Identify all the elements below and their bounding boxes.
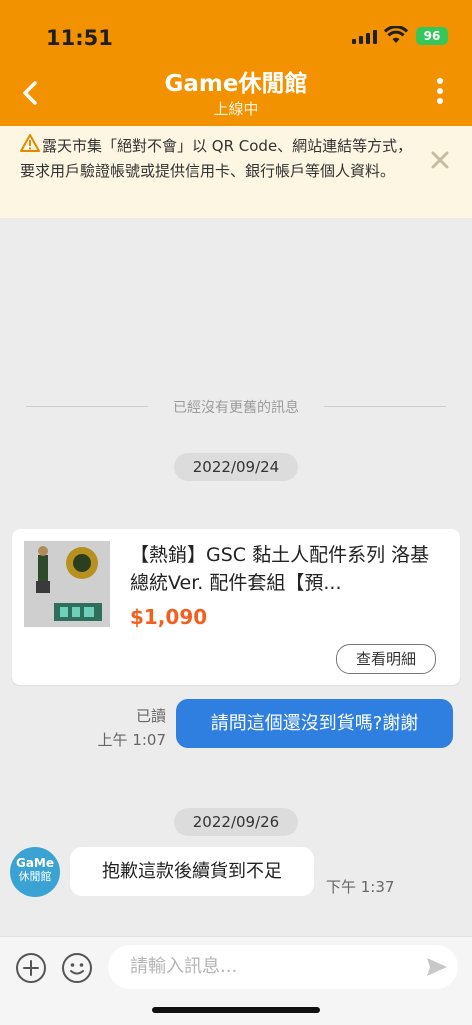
status-time: 11:51 bbox=[46, 26, 113, 50]
send-icon[interactable] bbox=[426, 957, 448, 977]
avatar-logo-text: GaMe bbox=[15, 856, 55, 870]
sent-time: 上午 1:07 bbox=[97, 731, 166, 749]
product-thumbnail bbox=[24, 541, 110, 627]
read-receipt: 已讀 bbox=[135, 707, 166, 725]
close-icon[interactable] bbox=[430, 150, 450, 170]
no-more-messages-label: 已經沒有更舊的訊息 bbox=[173, 400, 299, 416]
date-separator: 2022/09/26 bbox=[174, 808, 298, 836]
wifi-icon bbox=[384, 26, 408, 43]
avatar-logo-subtext: 休閒館 bbox=[18, 870, 52, 883]
date-separator: 2022/09/24 bbox=[174, 453, 298, 481]
received-time: 下午 1:37 bbox=[326, 878, 395, 896]
emoji-icon[interactable] bbox=[61, 952, 93, 984]
battery-indicator: 96 bbox=[416, 27, 448, 45]
online-status: 上線中 bbox=[213, 100, 259, 118]
app-header: 11:51 96 Game休閒館 上線中 bbox=[0, 0, 472, 126]
cellular-signal-icon bbox=[352, 30, 377, 44]
incoming-message[interactable]: 抱歉這款後續貨到不足 bbox=[70, 847, 314, 896]
more-options-icon[interactable] bbox=[430, 78, 450, 112]
product-price: $1,090 bbox=[130, 605, 208, 629]
product-title: 【熱銷】GSC 黏土人配件系列 洛基 總統Ver. 配件套組【預... bbox=[130, 544, 430, 594]
status-bar: 11:51 96 bbox=[0, 0, 472, 60]
message-input[interactable]: 請輸入訊息... bbox=[108, 945, 458, 989]
seller-avatar[interactable]: GaMe 休閒館 bbox=[10, 847, 60, 897]
warning-icon bbox=[20, 134, 40, 152]
sent-message-meta: 已讀 上午 1:07 bbox=[60, 704, 166, 752]
view-details-button[interactable]: 查看明細 bbox=[336, 644, 436, 674]
outgoing-message[interactable]: 請問這個還沒到貨嗎?謝謝 bbox=[176, 699, 453, 748]
home-indicator bbox=[152, 1007, 320, 1013]
chat-title: Game休閒館 bbox=[164, 71, 308, 97]
add-attachment-icon[interactable] bbox=[15, 952, 47, 984]
notice-text: 露天市集「絕對不會」以 QR Code、網站連結等方式，要求用戶驗證帳號或提供信… bbox=[20, 137, 413, 180]
message-placeholder: 請輸入訊息... bbox=[130, 956, 238, 977]
product-card[interactable]: 【熱銷】GSC 黏土人配件系列 洛基 總統Ver. 配件套組【預... $1,0… bbox=[12, 529, 460, 685]
